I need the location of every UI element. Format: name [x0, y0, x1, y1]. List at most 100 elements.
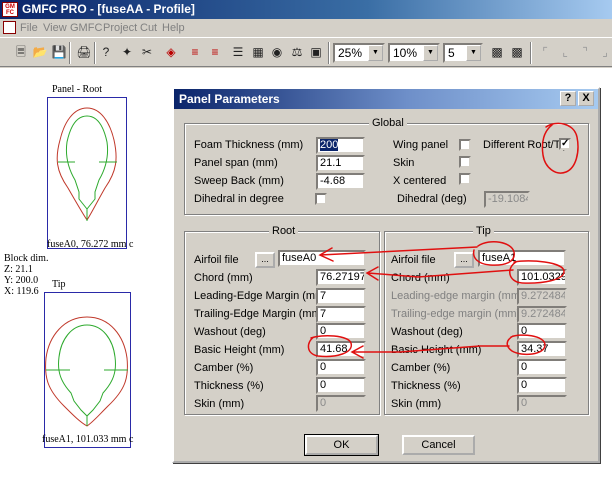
- root-thickness-label: Thickness (%): [194, 380, 264, 392]
- root-camber-label: Camber (%): [194, 362, 254, 374]
- tip-washout-field[interactable]: 0: [517, 323, 567, 340]
- skin-label: Skin: [393, 157, 415, 169]
- open-icon[interactable]: 📂: [31, 43, 49, 61]
- close-button[interactable]: X: [578, 91, 594, 106]
- menu-project[interactable]: Project: [103, 19, 137, 37]
- tip-thickness-field[interactable]: 0: [517, 377, 567, 394]
- chevron-down-icon[interactable]: ▼: [466, 45, 481, 61]
- root-washout-field[interactable]: 0: [316, 323, 366, 340]
- dihedral-degree-checkbox[interactable]: [315, 193, 327, 205]
- wing-panel-checkbox[interactable]: [459, 139, 471, 151]
- dihedral-deg-field: -19.1084: [484, 191, 530, 208]
- frame-icon[interactable]: ▣: [307, 43, 325, 61]
- zoom-select[interactable]: 25% ▼: [333, 43, 385, 63]
- scale-icon[interactable]: ⚖: [288, 43, 306, 61]
- menu-view[interactable]: View: [43, 19, 67, 37]
- root-airfoil-label: Airfoil file: [194, 254, 239, 266]
- rail-icon[interactable]: ≡: [186, 43, 204, 61]
- panel-span-field[interactable]: 21.1: [316, 155, 365, 172]
- cube-icon[interactable]: ▩: [488, 43, 506, 61]
- tip-camber-field[interactable]: 0: [517, 359, 567, 376]
- menu-cut[interactable]: Cut: [140, 19, 157, 37]
- chevron-down-icon[interactable]: ▼: [368, 45, 383, 61]
- help-button[interactable]: ?: [560, 91, 576, 106]
- zoom-select-value: 25%: [338, 46, 363, 60]
- foam-thickness-field[interactable]: 200: [316, 137, 365, 154]
- root-te-margin-field[interactable]: 7: [316, 306, 366, 323]
- tip-basic-height-label: Basic Height (mm): [391, 344, 482, 356]
- cube-alt-icon[interactable]: ▩: [508, 43, 526, 61]
- help-icon[interactable]: ?: [97, 43, 115, 61]
- tip-te-margin-label: Trailing-edge margin (mm): [391, 308, 521, 320]
- step-select[interactable]: 10% ▼: [388, 43, 440, 63]
- root-airfoil-field[interactable]: fuseA0: [278, 250, 366, 267]
- root-browse-button[interactable]: ...: [255, 252, 275, 268]
- menu-help[interactable]: Help: [162, 19, 185, 37]
- block-info-title: Block dim.: [4, 253, 49, 264]
- root-chord-field[interactable]: 76.2719726: [316, 269, 366, 286]
- root-plot-frame: [47, 97, 127, 249]
- target-icon[interactable]: ◈: [162, 43, 180, 61]
- sweep-back-field[interactable]: -4.68: [316, 173, 365, 190]
- grid-icon[interactable]: ▦: [249, 43, 267, 61]
- cut-tool-icon[interactable]: ✂: [138, 43, 156, 61]
- corner-alt-icon[interactable]: ⌞: [556, 43, 574, 61]
- dihedral-deg-label: Dihedral (deg): [397, 193, 467, 205]
- new-icon[interactable]: 🗏: [12, 43, 30, 61]
- global-group-title: Global: [369, 117, 407, 129]
- block-info-x: X: 119.6: [4, 286, 39, 297]
- corner-up-icon[interactable]: ⌟: [596, 43, 612, 61]
- tip-skin-field: 0: [517, 395, 567, 412]
- tip-plot-caption: fuseA1, 101.033 mm c: [42, 434, 134, 445]
- block-info-y: Y: 200.0: [4, 275, 39, 286]
- tip-thickness-label: Thickness (%): [391, 380, 461, 392]
- rail-alt-icon[interactable]: ≡: [206, 43, 224, 61]
- wand-icon[interactable]: ✦: [118, 43, 136, 61]
- block-info-z: Z: 21.1: [4, 264, 33, 275]
- tip-basic-height-field[interactable]: 34.37: [517, 341, 567, 358]
- root-thickness-field[interactable]: 0: [316, 377, 366, 394]
- tip-le-margin-field: 9.27248487: [517, 288, 567, 305]
- x-centered-label: X centered: [393, 175, 447, 187]
- corner-icon[interactable]: ⌜: [536, 43, 554, 61]
- tip-washout-label: Washout (deg): [391, 326, 463, 338]
- root-washout-label: Washout (deg): [194, 326, 266, 338]
- tip-chord-field[interactable]: 101.032958: [517, 269, 567, 286]
- root-camber-field[interactable]: 0: [316, 359, 366, 376]
- panel-parameters-dialog: Panel Parameters ? X Global Foam Thickne…: [172, 87, 600, 463]
- tip-plot-label: Tip: [52, 279, 66, 290]
- cancel-button[interactable]: Cancel: [402, 435, 475, 455]
- print-icon[interactable]: 🖨: [75, 43, 93, 61]
- ok-button[interactable]: OK: [304, 434, 379, 456]
- window-title: GMFC PRO - [fuseAA - Profile]: [22, 2, 195, 16]
- tape-icon[interactable]: ◉: [268, 43, 286, 61]
- different-root-tip-checkbox[interactable]: [559, 138, 571, 150]
- corner-down-icon[interactable]: ⌝: [576, 43, 594, 61]
- tip-airfoil-field[interactable]: fuseA1: [478, 250, 566, 267]
- root-basic-height-field[interactable]: 41.68: [316, 341, 366, 358]
- tip-plot-frame: [44, 292, 131, 448]
- dihedral-degree-label: Dihedral in degree: [194, 193, 284, 205]
- root-skin-field: 0: [316, 395, 366, 412]
- tip-group-title: Tip: [473, 225, 494, 237]
- save-icon[interactable]: 💾: [50, 43, 68, 61]
- align-icon[interactable]: ☰: [229, 43, 247, 61]
- menu-gmfc[interactable]: GMFC: [70, 19, 102, 37]
- x-centered-checkbox[interactable]: [459, 173, 471, 185]
- toolbar: 🗏 📂 💾 🖨 ? ✦ ✂ ◈ ≡ ≡ ☰ ▦ ◉ ⚖ ▣ 25% ▼ 10% …: [0, 37, 612, 67]
- tip-le-margin-label: Leading-edge margin (mm): [391, 290, 524, 302]
- menu-file[interactable]: File: [20, 19, 38, 37]
- foam-thickness-value: 200: [320, 139, 339, 151]
- skin-checkbox[interactable]: [459, 156, 471, 168]
- menubar: File View GMFC Project Cut Help: [0, 19, 612, 37]
- tip-browse-button[interactable]: ...: [454, 252, 474, 268]
- root-le-margin-field[interactable]: 7: [316, 288, 366, 305]
- panel-span-label: Panel span (mm): [194, 157, 278, 169]
- root-group-title: Root: [269, 225, 299, 237]
- root-te-margin-label: Trailing-Edge Margin (mm): [194, 308, 325, 320]
- count-select[interactable]: 5 ▼: [443, 43, 483, 63]
- chevron-down-icon[interactable]: ▼: [423, 45, 438, 61]
- count-select-value: 5: [448, 46, 455, 60]
- root-skin-label: Skin (mm): [194, 398, 245, 410]
- document-icon[interactable]: [3, 21, 16, 34]
